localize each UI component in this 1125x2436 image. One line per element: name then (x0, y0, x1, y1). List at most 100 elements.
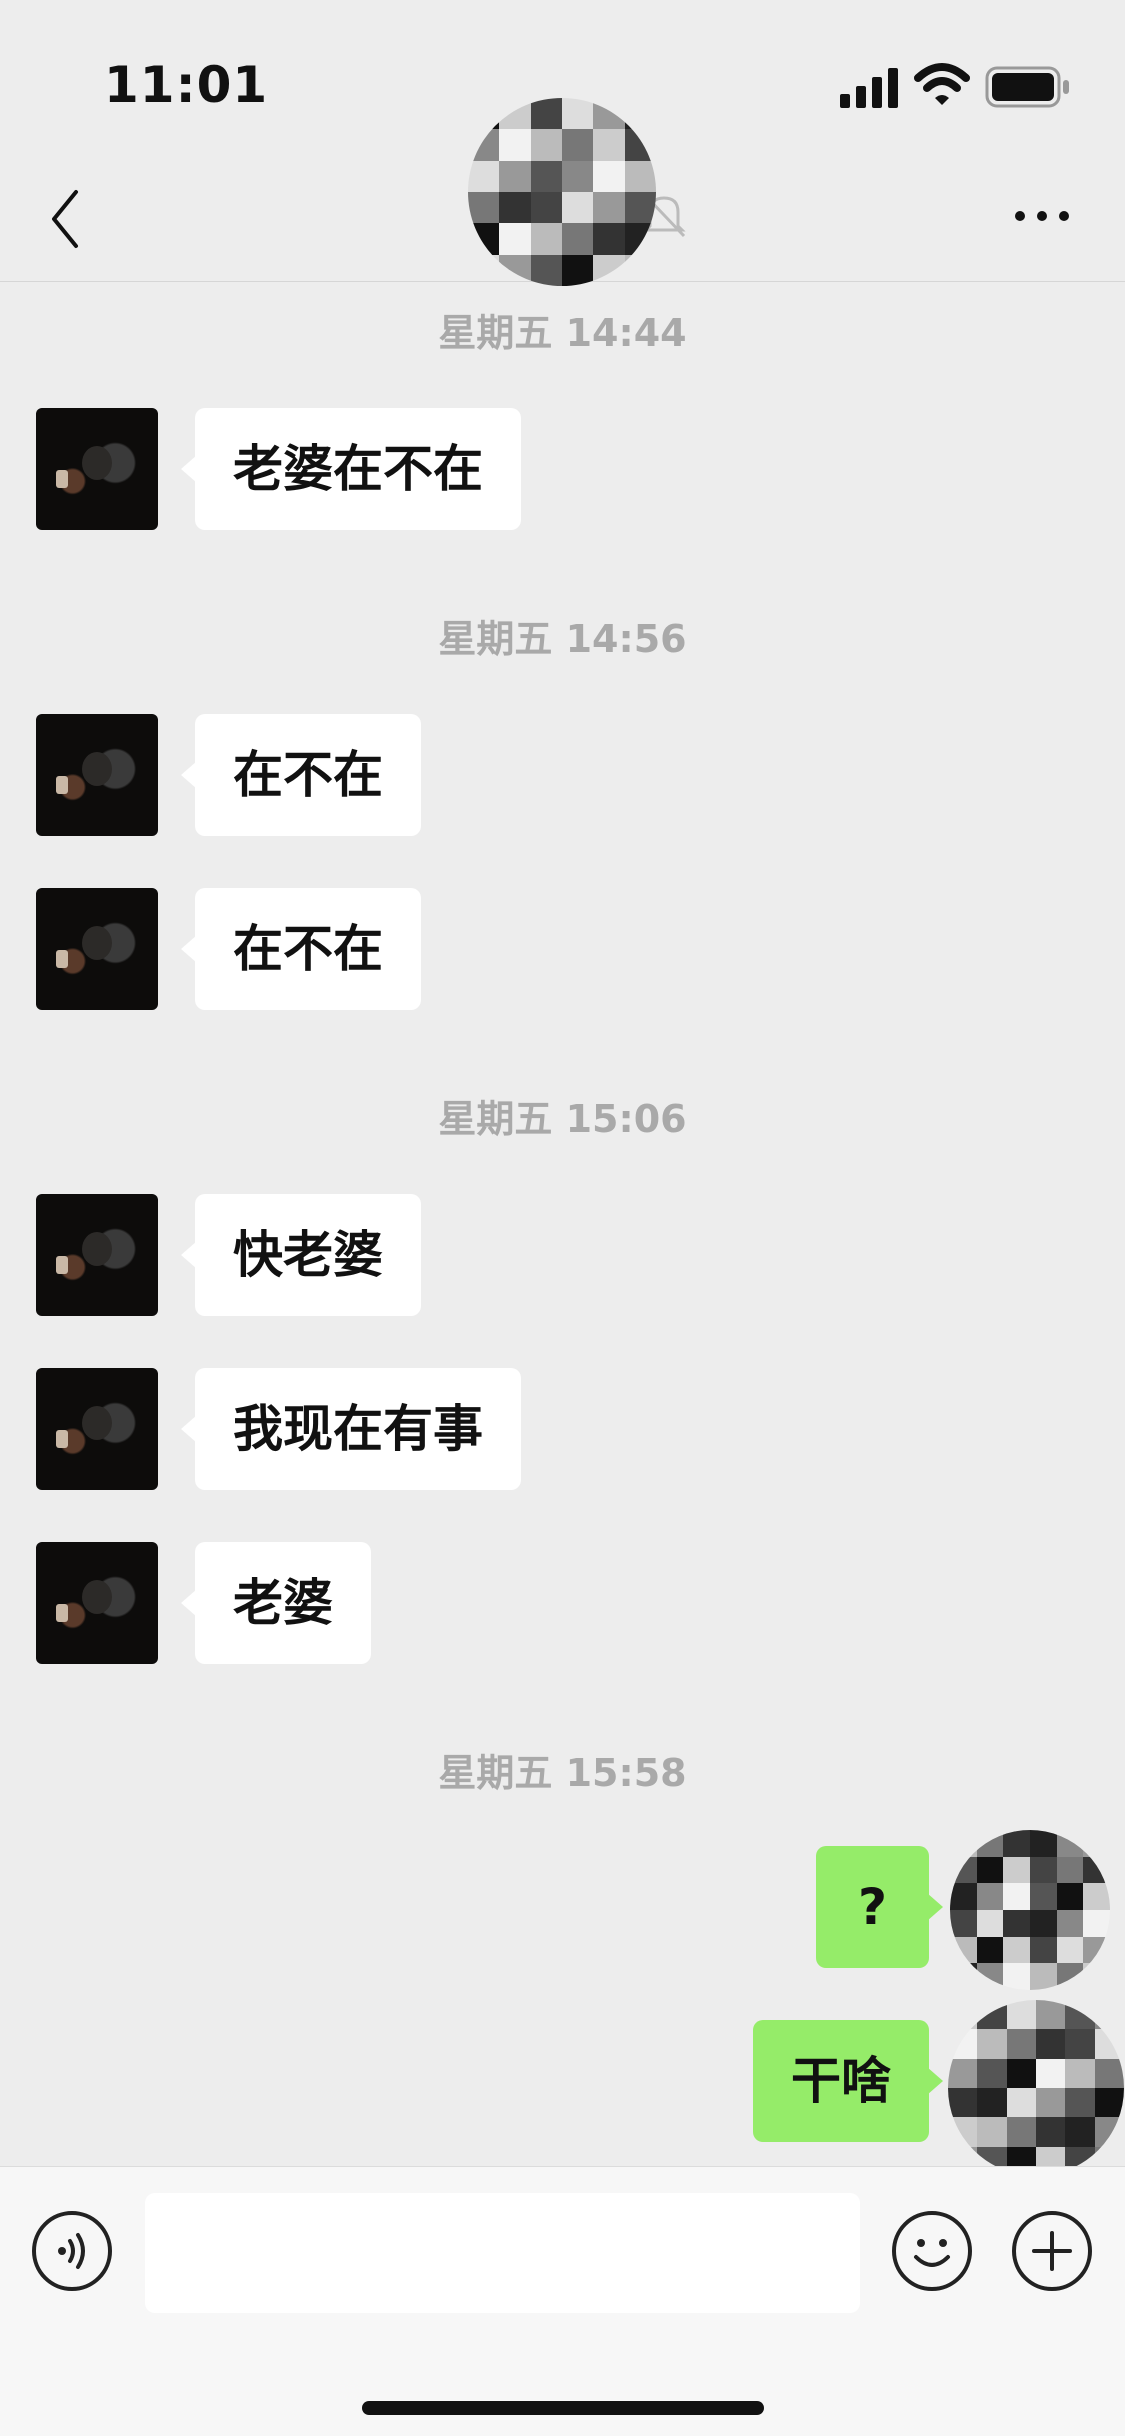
mosaic-cell (1006, 2117, 1036, 2147)
mosaic-cell (977, 2029, 1007, 2059)
signal-icon (840, 68, 898, 108)
sender-avatar[interactable] (36, 1194, 158, 1316)
mosaic-cell (530, 192, 562, 224)
emoji-button[interactable] (892, 2211, 972, 2291)
incoming-message-bubble[interactable]: 在不在 (181, 888, 421, 1010)
mosaic-cell (977, 2000, 1007, 2030)
mosaic-cell (977, 2058, 1007, 2088)
mosaic-cell (1065, 2029, 1095, 2059)
mosaic-cell (1056, 1830, 1084, 1857)
self-avatar-pixelated[interactable] (950, 1830, 1110, 1990)
mosaic-cell (976, 1963, 1004, 1990)
incoming-message-bubble[interactable]: 我现在有事 (181, 1368, 521, 1490)
sender-avatar[interactable] (36, 1542, 158, 1664)
mosaic-cell (1003, 1963, 1030, 1990)
mosaic-cell (950, 1856, 977, 1884)
incoming-message-bubble[interactable]: 在不在 (181, 714, 421, 836)
back-icon[interactable] (44, 186, 88, 252)
contact-avatar-pixelated[interactable] (468, 98, 656, 286)
incoming-message-bubble[interactable]: 快老婆 (181, 1194, 421, 1316)
mosaic-cell (1036, 2058, 1066, 2088)
mosaic-cell (976, 1856, 1004, 1884)
mosaic-cell (562, 160, 594, 192)
mosaic-cell (593, 129, 625, 161)
mosaic-cell (1094, 2058, 1124, 2088)
mosaic-cell (1036, 2000, 1066, 2030)
mosaic-cell (1056, 1936, 1084, 1964)
mosaic-cell (1056, 1909, 1084, 1937)
mosaic-cell (1006, 2000, 1036, 2030)
mosaic-cell (562, 223, 594, 255)
mosaic-cell (1083, 1963, 1110, 1990)
mosaic-cell (1036, 2029, 1066, 2059)
mosaic-cell (1036, 2117, 1066, 2147)
mosaic-cell (1036, 2088, 1066, 2118)
mosaic-cell (562, 192, 594, 224)
mosaic-cell (976, 1936, 1004, 1964)
outgoing-message-bubble[interactable]: 干啥 (753, 2020, 943, 2142)
mosaic-cell (1029, 1883, 1057, 1910)
mosaic-cell (593, 223, 625, 255)
message-input[interactable] (145, 2193, 860, 2313)
mosaic-cell (1094, 2029, 1124, 2059)
timestamp: 星期五 14:44 (438, 311, 687, 355)
mosaic-cell (1065, 2117, 1095, 2147)
mosaic-cell (1056, 1856, 1084, 1884)
mosaic-cell (624, 192, 656, 224)
mosaic-cell (499, 160, 531, 192)
mosaic-cell (1094, 2117, 1124, 2147)
mosaic-cell (530, 254, 562, 286)
mosaic-cell (562, 129, 594, 161)
mosaic-cell (948, 2000, 978, 2030)
mosaic-cell (1083, 1856, 1110, 1884)
voice-input-button[interactable] (32, 2211, 112, 2291)
sender-avatar[interactable] (36, 888, 158, 1010)
mosaic-cell (948, 2117, 978, 2147)
smiley-icon (914, 2239, 950, 2267)
mosaic-cell (1003, 1909, 1030, 1937)
mosaic-cell (1029, 1909, 1057, 1937)
sender-avatar[interactable] (36, 714, 158, 836)
home-indicator (362, 2401, 764, 2415)
sender-avatar[interactable] (36, 1368, 158, 1490)
mosaic-cell (948, 2029, 978, 2059)
mosaic-cell (624, 160, 656, 192)
mosaic-cell (593, 160, 625, 192)
mosaic-cell (1029, 1856, 1057, 1884)
mosaic-cell (950, 1963, 977, 1990)
incoming-message-bubble[interactable]: 老婆在不在 (181, 408, 521, 530)
mosaic-cell (1056, 1883, 1084, 1910)
mosaic-cell (1003, 1856, 1030, 1884)
mosaic-cell (499, 223, 531, 255)
incoming-message-bubble[interactable]: 老婆 (181, 1542, 371, 1664)
mosaic-cell (468, 160, 500, 192)
mosaic-cell (1083, 1936, 1110, 1964)
mosaic-cell (1003, 1936, 1030, 1964)
more-functions-button[interactable] (1012, 2211, 1092, 2291)
mosaic-cell (976, 1830, 1004, 1857)
mosaic-cell (1065, 2058, 1095, 2088)
more-options-icon[interactable] (1012, 204, 1072, 228)
mosaic-cell (948, 2088, 978, 2118)
timestamp: 星期五 15:58 (438, 1751, 687, 1795)
mosaic-cell (1029, 1936, 1057, 1964)
mosaic-cell (468, 192, 500, 224)
mosaic-cell (1065, 2000, 1095, 2030)
wifi-icon (914, 63, 970, 105)
self-avatar-pixelated[interactable] (948, 2000, 1124, 2176)
mosaic-cell (950, 1909, 977, 1937)
sender-avatar[interactable] (36, 408, 158, 530)
mosaic-cell (530, 98, 562, 130)
mosaic-cell (1029, 1963, 1057, 1990)
mosaic-cell (977, 2117, 1007, 2147)
mosaic-cell (1065, 2088, 1095, 2118)
mosaic-cell (950, 1936, 977, 1964)
mosaic-cell (1083, 1883, 1110, 1910)
mosaic-cell (1003, 1883, 1030, 1910)
mosaic-cell (530, 223, 562, 255)
outgoing-message-bubble[interactable]: ? (815, 1846, 944, 1968)
mosaic-cell (1006, 2058, 1036, 2088)
mosaic-cell (499, 129, 531, 161)
status-time: 11:01 (104, 56, 269, 114)
mosaic-cell (1029, 1830, 1057, 1857)
